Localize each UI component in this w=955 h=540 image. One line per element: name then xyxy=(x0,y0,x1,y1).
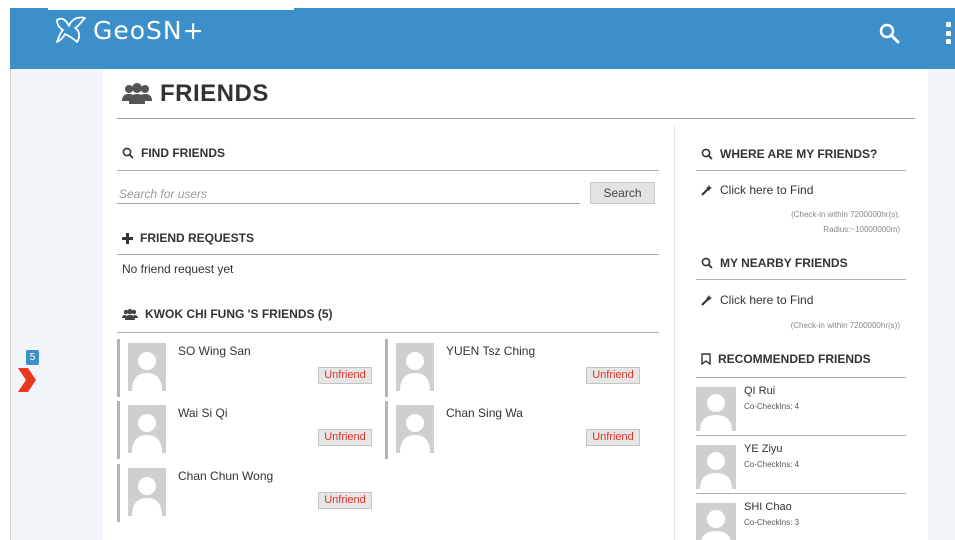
avatar[interactable] xyxy=(696,445,736,489)
search-icon xyxy=(701,148,713,160)
where-friends-rule xyxy=(696,170,906,171)
unfriend-button[interactable]: Unfriend xyxy=(318,492,372,509)
where-friends-heading: WHERE ARE MY FRIENDS? xyxy=(701,147,877,161)
chevron-right-icon[interactable] xyxy=(16,365,36,395)
search-users-input[interactable]: Search for users xyxy=(117,184,580,204)
recommended-item: SHI Chao Co-CheckIns: 3 xyxy=(696,498,906,540)
find-friends-rule xyxy=(117,170,659,171)
magic-wand-icon xyxy=(701,294,712,306)
friends-list-rule xyxy=(117,332,659,333)
friend-name[interactable]: SO Wing San xyxy=(178,344,251,358)
right-sidebar xyxy=(928,69,955,540)
search-icon[interactable] xyxy=(878,22,900,44)
friend-name[interactable]: YUEN Tsz Ching xyxy=(446,344,535,358)
recommended-item: YE Ziyu Co-CheckIns: 4 xyxy=(696,440,906,490)
nearby-friends-find-link[interactable]: Click here to Find xyxy=(701,293,813,307)
nearby-friends-rule xyxy=(696,279,906,280)
unfriend-button[interactable]: Unfriend xyxy=(586,429,640,446)
avatar[interactable] xyxy=(128,468,166,516)
friend-card: YUEN Tsz Ching Unfriend xyxy=(385,339,641,397)
search-button[interactable]: Search xyxy=(590,182,655,204)
no-requests-text: No friend request yet xyxy=(122,262,234,276)
unfriend-button[interactable]: Unfriend xyxy=(318,429,372,446)
recommended-heading: RECOMMENDED FRIENDS xyxy=(701,352,871,366)
more-menu-icon[interactable] xyxy=(946,22,952,44)
avatar[interactable] xyxy=(396,405,434,453)
where-friends-find-link[interactable]: Click here to Find xyxy=(701,183,813,197)
nearby-friends-heading: MY NEARBY FRIENDS xyxy=(701,256,848,270)
friend-card: Wai Si Qi Unfriend xyxy=(117,401,373,459)
co-checkins: Co-CheckIns: 4 xyxy=(744,460,800,469)
left-sidebar xyxy=(10,69,103,540)
users-icon xyxy=(122,308,138,320)
recommended-name[interactable]: YE Ziyu xyxy=(744,443,783,455)
users-icon xyxy=(122,83,152,104)
where-friends-note-1: (Check-in within 7200000hr(s), xyxy=(791,210,900,219)
co-checkins: Co-CheckIns: 3 xyxy=(744,518,800,527)
notification-badge: 5 xyxy=(26,350,39,365)
magic-wand-icon xyxy=(701,184,712,196)
avatar[interactable] xyxy=(128,343,166,391)
friend-name[interactable]: Chan Sing Wa xyxy=(446,406,523,420)
left-divider xyxy=(10,69,11,540)
find-friends-heading: FIND FRIENDS xyxy=(122,146,225,160)
friend-card: Chan Chun Wong Unfriend xyxy=(117,464,373,522)
recommended-divider xyxy=(696,435,906,436)
bird-logo-icon xyxy=(56,16,86,43)
friend-card: Chan Sing Wa Unfriend xyxy=(385,401,641,459)
friend-name[interactable]: Wai Si Qi xyxy=(178,406,228,420)
friends-list-heading: KWOK CHI FUNG 'S FRIENDS (5) xyxy=(122,307,333,321)
unfriend-button[interactable]: Unfriend xyxy=(586,367,640,384)
bookmark-icon xyxy=(701,353,711,365)
avatar[interactable] xyxy=(696,503,736,540)
title-divider xyxy=(117,118,915,119)
recommended-rule xyxy=(696,377,906,378)
recommended-divider xyxy=(696,493,906,494)
friend-requests-rule xyxy=(117,254,659,255)
nearby-friends-note: (Check-in within 7200000hr(s)) xyxy=(790,321,900,330)
page-title: FRIENDS xyxy=(122,80,269,108)
co-checkins: Co-CheckIns: 4 xyxy=(744,402,800,411)
friend-name[interactable]: Chan Chun Wong xyxy=(178,469,273,483)
recommended-item: QI Rui Co-CheckIns: 4 xyxy=(696,382,906,432)
avatar[interactable] xyxy=(128,405,166,453)
page-title-text: FRIENDS xyxy=(160,80,269,107)
where-friends-note-2: Radius:~10000000m) xyxy=(823,225,900,234)
plus-icon xyxy=(122,232,133,244)
avatar[interactable] xyxy=(396,343,434,391)
top-strip xyxy=(48,0,294,10)
search-icon xyxy=(701,257,713,269)
friend-card: SO Wing San Unfriend xyxy=(117,339,373,397)
friend-requests-heading: FRIEND REQUESTS xyxy=(122,231,254,245)
recommended-name[interactable]: QI Rui xyxy=(744,385,775,397)
search-icon xyxy=(122,147,134,159)
logo-text: GeoSN+ xyxy=(93,15,205,45)
column-divider xyxy=(674,126,675,540)
avatar[interactable] xyxy=(696,387,736,431)
recommended-name[interactable]: SHI Chao xyxy=(744,501,792,513)
app-logo[interactable]: GeoSN+ xyxy=(55,14,205,46)
unfriend-button[interactable]: Unfriend xyxy=(318,367,372,384)
